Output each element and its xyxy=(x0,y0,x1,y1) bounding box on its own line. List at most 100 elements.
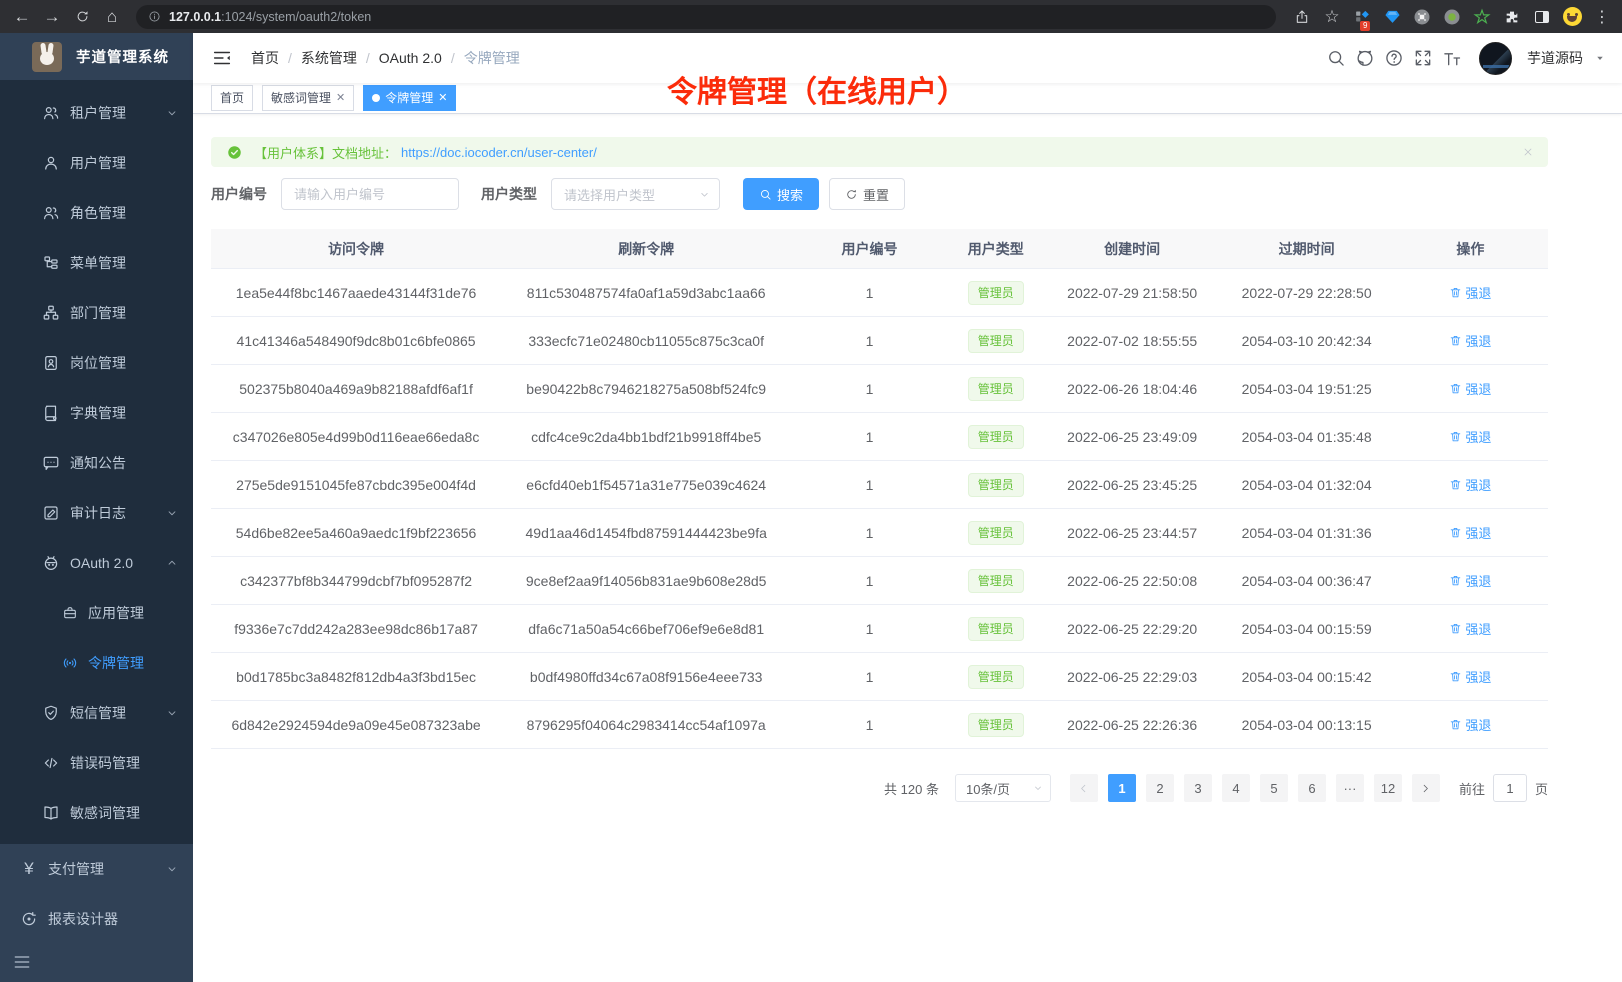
trash-icon xyxy=(1449,334,1462,347)
user-id-cell: 1 xyxy=(791,621,947,637)
extension-star-icon[interactable] xyxy=(1472,7,1492,27)
app-logo[interactable]: 芋道管理系统 xyxy=(0,33,193,80)
force-logout-button[interactable]: 强退 xyxy=(1449,283,1491,302)
page-number-button[interactable]: 1 xyxy=(1108,774,1136,802)
access-token-cell: c347026e805e4d99b0d116eae66eda8c xyxy=(211,429,501,445)
github-icon[interactable] xyxy=(1355,48,1375,68)
close-icon[interactable]: ✕ xyxy=(336,86,345,110)
breadcrumb-oauth2[interactable]: OAuth 2.0 xyxy=(379,50,442,66)
url-host: 127.0.0.1 xyxy=(169,10,221,24)
help-icon[interactable] xyxy=(1384,48,1404,68)
column-header: 操作 xyxy=(1393,239,1548,259)
extension-gem-icon[interactable] xyxy=(1382,7,1402,27)
page-number-button[interactable]: 12 xyxy=(1374,774,1402,802)
fullscreen-icon[interactable] xyxy=(1413,48,1433,68)
force-logout-button[interactable]: 强退 xyxy=(1449,619,1491,638)
column-header: 用户类型 xyxy=(948,239,1044,259)
sidebar-collapse-icon[interactable] xyxy=(12,952,32,972)
sidebar-item-dict[interactable]: 字典管理 xyxy=(0,388,193,438)
sidebar-item-oauth2-token[interactable]: 令牌管理 xyxy=(0,638,193,688)
force-logout-button[interactable]: 强退 xyxy=(1449,715,1491,734)
goto-page-input[interactable] xyxy=(1493,774,1527,802)
force-logout-button[interactable]: 强退 xyxy=(1449,571,1491,590)
search-icon[interactable] xyxy=(1326,48,1346,68)
next-page-button[interactable] xyxy=(1412,774,1440,802)
sidebar-item-oauth2-app[interactable]: 应用管理 xyxy=(0,588,193,638)
page-number-button[interactable]: ··· xyxy=(1336,774,1364,802)
search-button[interactable]: 搜索 xyxy=(743,178,819,210)
extensions-puzzle-icon[interactable] xyxy=(1502,7,1522,27)
user-type-select[interactable]: 请选择用户类型 xyxy=(551,178,720,210)
extension-tabs-icon[interactable]: 9 xyxy=(1352,7,1372,27)
force-logout-button[interactable]: 强退 xyxy=(1449,523,1491,542)
app-title: 芋道管理系统 xyxy=(76,46,169,67)
badge-icon xyxy=(42,354,60,372)
design-icon xyxy=(20,910,38,928)
sidebar-item-post[interactable]: 岗位管理 xyxy=(0,338,193,388)
bookmark-star-icon[interactable]: ☆ xyxy=(1322,7,1342,27)
force-logout-button[interactable]: 强退 xyxy=(1449,379,1491,398)
hamburger-icon[interactable] xyxy=(211,47,233,69)
action-cell: 强退 xyxy=(1393,379,1548,398)
sidebar-item-oauth2[interactable]: OAuth 2.0 xyxy=(0,538,193,588)
font-size-icon[interactable] xyxy=(1442,48,1462,68)
user-avatar[interactable] xyxy=(1479,42,1512,75)
doc-link[interactable]: https://doc.iocoder.cn/user-center/ xyxy=(401,145,597,160)
tab-sensitive-word[interactable]: 敏感词管理✕ xyxy=(262,85,354,111)
sidebar-item-sms[interactable]: 短信管理 xyxy=(0,688,193,738)
user-id-input[interactable] xyxy=(281,178,459,210)
sidebar-item-payment[interactable]: ¥支付管理 xyxy=(0,844,193,894)
profile-avatar[interactable] xyxy=(1562,7,1582,27)
access-token-cell: 502375b8040a469a9b82188afdf6af1f xyxy=(211,381,501,397)
sidebar-item-sensitive-word[interactable]: 敏感词管理 xyxy=(0,788,193,838)
page-number-button[interactable]: 4 xyxy=(1222,774,1250,802)
tab-token[interactable]: 令牌管理✕ xyxy=(363,85,456,111)
sidebar-item-menu[interactable]: 菜单管理 xyxy=(0,238,193,288)
user-id-cell: 1 xyxy=(791,717,947,733)
tab-home[interactable]: 首页 xyxy=(211,85,253,111)
force-logout-button[interactable]: 强退 xyxy=(1449,427,1491,446)
log-icon xyxy=(42,504,60,522)
page-number-button[interactable]: 6 xyxy=(1298,774,1326,802)
site-info-icon[interactable] xyxy=(148,10,161,23)
forward-button[interactable]: → xyxy=(40,5,64,29)
extension-command-icon[interactable] xyxy=(1412,7,1432,27)
sidebar-item-notice[interactable]: 通知公告 xyxy=(0,438,193,488)
force-logout-button[interactable]: 强退 xyxy=(1449,331,1491,350)
sidebar-item-user[interactable]: 用户管理 xyxy=(0,138,193,188)
caret-down-icon[interactable] xyxy=(1594,52,1606,64)
breadcrumb-home[interactable]: 首页 xyxy=(251,48,279,68)
user-type-tag: 管理员 xyxy=(968,521,1024,545)
create-time-cell: 2022-06-25 23:44:57 xyxy=(1044,525,1220,541)
force-logout-button[interactable]: 强退 xyxy=(1449,475,1491,494)
close-icon[interactable]: ✕ xyxy=(438,86,447,110)
page-number-button[interactable]: 5 xyxy=(1260,774,1288,802)
sidebar-item-audit-log[interactable]: 审计日志 xyxy=(0,488,193,538)
browser-menu-icon[interactable]: ⋮ xyxy=(1592,7,1612,27)
force-logout-button[interactable]: 强退 xyxy=(1449,667,1491,686)
address-bar[interactable]: 127.0.0.1:1024/system/oauth2/token xyxy=(136,5,1276,29)
chevron-down-icon xyxy=(698,188,711,201)
alert-close-icon[interactable] xyxy=(1522,146,1534,158)
sidebar-item-error-code[interactable]: 错误码管理 xyxy=(0,738,193,788)
prev-page-button[interactable] xyxy=(1070,774,1098,802)
user-type-tag: 管理员 xyxy=(968,665,1024,689)
search-icon xyxy=(759,188,772,201)
reload-button[interactable] xyxy=(70,5,94,29)
reset-button[interactable]: 重置 xyxy=(829,178,905,210)
reading-mode-icon[interactable] xyxy=(1532,7,1552,27)
extension-record-icon[interactable] xyxy=(1442,7,1462,27)
share-icon[interactable] xyxy=(1292,7,1312,27)
home-button[interactable]: ⌂ xyxy=(100,5,124,29)
back-button[interactable]: ← xyxy=(10,5,34,29)
sidebar-item-role[interactable]: 角色管理 xyxy=(0,188,193,238)
page-number-button[interactable]: 3 xyxy=(1184,774,1212,802)
user-type-tag: 管理员 xyxy=(968,569,1024,593)
sidebar-item-report-designer[interactable]: 报表设计器 xyxy=(0,894,193,944)
breadcrumb-system[interactable]: 系统管理 xyxy=(301,48,357,68)
user-type-cell: 管理员 xyxy=(948,569,1044,593)
sidebar-item-dept[interactable]: 部门管理 xyxy=(0,288,193,338)
page-number-button[interactable]: 2 xyxy=(1146,774,1174,802)
page-size-select[interactable]: 10条/页 xyxy=(955,774,1051,802)
sidebar-item-tenant[interactable]: 租户管理 xyxy=(0,88,193,138)
